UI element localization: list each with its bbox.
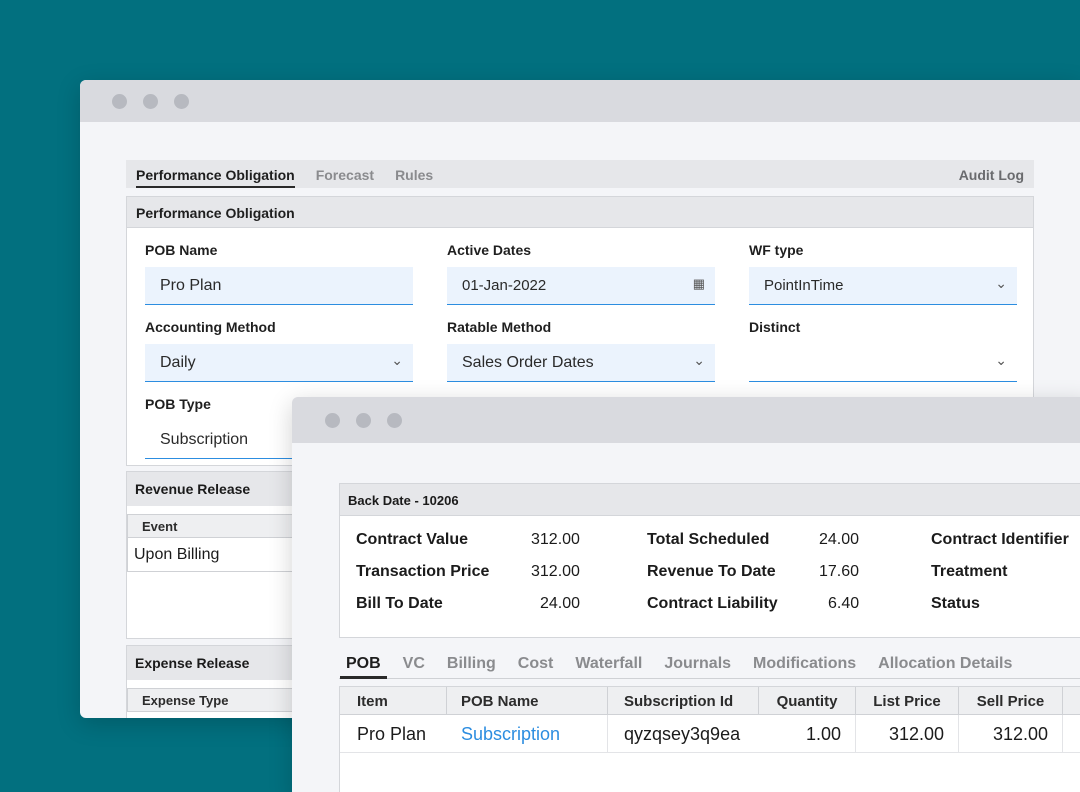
summary-value: 24.00 <box>540 595 581 612</box>
cell-subscription-id: qyzqsey3q9ea <box>624 724 741 744</box>
tab-vc[interactable]: VC <box>403 651 425 673</box>
pob-name-field: POB Name Pro Plan <box>145 242 413 305</box>
cell-sell-price: 312.00 <box>959 715 1063 752</box>
window-close-dot[interactable] <box>112 93 127 109</box>
ratable-method-field: Ratable Method Sales Order Dates ⌄ <box>447 319 715 382</box>
summary-value: 24.00 <box>819 531 860 548</box>
audit-log-link[interactable]: Audit Log <box>959 167 1024 188</box>
distinct-label: Distinct <box>749 319 801 335</box>
pob-name-link[interactable]: Subscription <box>447 715 608 752</box>
accounting-method-field: Accounting Method Daily ⌄ <box>145 319 413 382</box>
column-header-pob-name[interactable]: POB Name <box>447 687 608 714</box>
ratable-method-value: Sales Order Dates <box>462 354 594 371</box>
chevron-down-icon: ⌄ <box>995 352 1007 368</box>
window-minimize-dot[interactable] <box>143 93 158 109</box>
wf-type-label: WF type <box>749 242 804 258</box>
pob-type-label: POB Type <box>145 396 211 412</box>
active-dates-field: Active Dates 01-Jan-2022 ▦ <box>447 242 715 305</box>
wf-type-field: WF type PointInTime ⌄ <box>749 242 1017 305</box>
tab-bar: Performance Obligation Forecast Rules Au… <box>126 160 1034 188</box>
summary-label: Total Scheduled <box>647 531 770 548</box>
summary-label: Transaction Price <box>356 563 490 580</box>
summary-label: Status <box>931 595 980 612</box>
panel-title: Performance Obligation <box>127 197 1033 228</box>
column-header-list-price[interactable]: List Price <box>856 687 959 714</box>
tab-performance-obligation[interactable]: Performance Obligation <box>136 167 295 188</box>
pob-type-field: POB Type Subscription <box>145 396 413 459</box>
ratable-method-label: Ratable Method <box>447 319 552 335</box>
tab-rules[interactable]: Rules <box>395 167 433 188</box>
pob-grid: Item POB Name Subscription Id Quantity L… <box>339 686 1080 792</box>
distinct-select[interactable]: ⌄ <box>749 344 1017 382</box>
contract-summary-window: Back Date - 10206 Contract Value 312.00 … <box>292 397 1080 792</box>
column-header-subscription-id[interactable]: Subscription Id <box>608 687 759 714</box>
active-dates-value: 01-Jan-2022 <box>462 277 547 294</box>
summary-value: 17.60 <box>819 563 860 580</box>
pob-name-value: Pro Plan <box>160 277 222 294</box>
summary-label: Contract Value <box>356 531 469 548</box>
summary-value: 312.00 <box>531 563 580 580</box>
tab-forecast[interactable]: Forecast <box>316 167 374 188</box>
summary-label: Contract Identifier <box>931 531 1069 548</box>
tab-pob[interactable]: POB <box>340 651 387 679</box>
chevron-down-icon: ⌄ <box>693 352 705 368</box>
page-background: { "back_window": { "tabs": [ {"label": "… <box>0 0 1080 792</box>
summary-value: 6.40 <box>828 595 860 612</box>
summary-title: Back Date - 10206 <box>340 484 1080 516</box>
tab-billing[interactable]: Billing <box>447 651 496 673</box>
calendar-icon[interactable]: ▦ <box>693 276 705 292</box>
chevron-down-icon: ⌄ <box>995 275 1007 291</box>
column-header-sell-price[interactable]: Sell Price <box>959 687 1063 714</box>
summary-label: Revenue To Date <box>647 563 776 580</box>
wf-type-select[interactable]: PointInTime ⌄ <box>749 267 1017 305</box>
cell-item: Pro Plan <box>357 724 427 744</box>
cell-list-price: 312.00 <box>856 715 959 752</box>
summary-label: Treatment <box>931 563 1008 580</box>
tab-modifications[interactable]: Modifications <box>753 651 856 673</box>
column-header-item[interactable]: Item <box>340 687 447 714</box>
summary-label: Bill To Date <box>356 595 443 612</box>
window-minimize-dot[interactable] <box>356 412 371 428</box>
tab-cost[interactable]: Cost <box>518 651 554 673</box>
grid-header-row: Item POB Name Subscription Id Quantity L… <box>340 687 1080 715</box>
active-dates-label: Active Dates <box>447 242 532 258</box>
detail-tab-bar: POB VC Billing Cost Waterfall Journals M… <box>339 651 1080 679</box>
pob-type-value: Subscription <box>160 431 249 448</box>
contract-summary-panel: Back Date - 10206 Contract Value 312.00 … <box>339 483 1080 638</box>
cell-quantity: 1.00 <box>759 715 856 752</box>
window-titlebar <box>80 80 1080 122</box>
table-row[interactable]: Pro Plan Subscription qyzqsey3q9ea 1.00 … <box>340 715 1080 753</box>
ratable-method-select[interactable]: Sales Order Dates ⌄ <box>447 344 715 382</box>
active-dates-input[interactable]: 01-Jan-2022 ▦ <box>447 267 715 305</box>
column-header-quantity[interactable]: Quantity <box>759 687 856 714</box>
accounting-method-select[interactable]: Daily ⌄ <box>145 344 413 382</box>
window-titlebar <box>292 397 1080 443</box>
window-maximize-dot[interactable] <box>387 412 402 428</box>
pob-name-input[interactable]: Pro Plan <box>145 267 413 305</box>
tab-waterfall[interactable]: Waterfall <box>575 651 642 673</box>
wf-type-value: PointInTime <box>764 277 844 294</box>
summary-label: Contract Liability <box>647 595 778 612</box>
chevron-down-icon: ⌄ <box>391 352 403 368</box>
summary-value: 312.00 <box>531 531 580 548</box>
tab-allocation-details[interactable]: Allocation Details <box>878 651 1012 673</box>
tab-journals[interactable]: Journals <box>664 651 731 673</box>
window-close-dot[interactable] <box>325 412 340 428</box>
accounting-method-label: Accounting Method <box>145 319 276 335</box>
pob-name-label: POB Name <box>145 242 218 258</box>
window-maximize-dot[interactable] <box>174 93 189 109</box>
accounting-method-value: Daily <box>160 354 196 371</box>
distinct-field: Distinct ⌄ <box>749 319 1017 382</box>
